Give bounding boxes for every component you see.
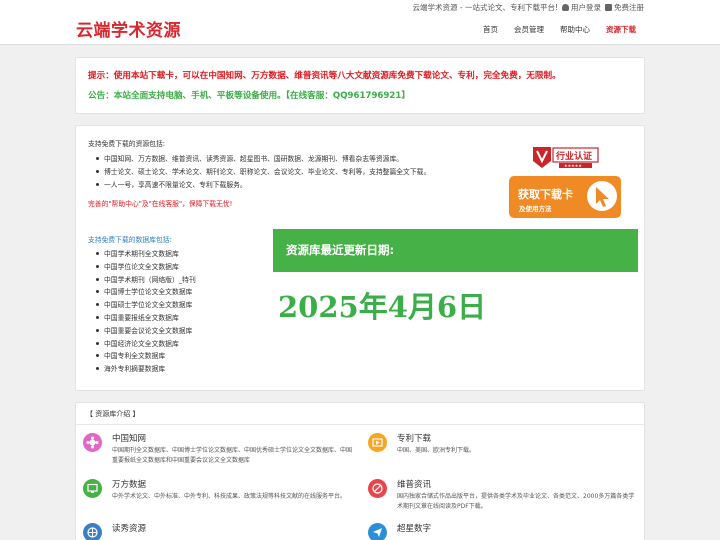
- block-icon: [368, 479, 387, 498]
- notice-panel: 提示：使用本站下载卡，可以在中国知网、万方数据、维普资讯等八大文献资源库免费下载…: [75, 57, 645, 114]
- industry-certification-badge: ★★★★★ 行业认证: [531, 145, 600, 170]
- list-item: 中国学位论文全文数据库: [96, 261, 196, 274]
- top-links: 云端学术资源 - 一站式论文、专利下载平台! 用户登录 免费注册: [413, 2, 644, 13]
- list-item: 一人一号，享高速不限量论文、专利下载服务。: [96, 179, 430, 192]
- db-name: 专利下载: [397, 434, 432, 444]
- db-name: 中国知网: [112, 434, 147, 444]
- nav-download[interactable]: 资源下载: [598, 24, 644, 36]
- register-link[interactable]: 免费注册: [605, 2, 644, 13]
- register-icon: [605, 4, 612, 11]
- cursor-arrow-icon: [587, 181, 617, 211]
- send-icon: [368, 523, 387, 540]
- list-item: 中国经济论文全文数据库: [96, 338, 196, 351]
- db-desc: 中国期刊全文数据库、中国博士学位论文数据库、中国优秀硕士学位论文全文数据库、中国…: [112, 447, 353, 464]
- support-title: 支持免费下载的资源包括:: [88, 140, 166, 148]
- db-desc: 中外学术论文、中外标准、中外专利、科技成果、政策法规等科技文献的在线服务平台。: [112, 493, 347, 500]
- update-banner: 资源库最近更新日期:: [273, 229, 638, 272]
- list-item: 中国知网、万方数据、维普资讯、读秀资源、超星图书、国研数据、龙源期刊、博看杂志等…: [96, 153, 430, 166]
- db-name: 超星数字: [397, 524, 432, 534]
- list-item: 中国博士学位论文全文数据库: [96, 286, 196, 299]
- update-label: 资源库最近更新日期:: [286, 243, 395, 257]
- db-name: 万方数据: [112, 480, 147, 490]
- list-item: 中国专利全文数据库: [96, 350, 196, 363]
- login-link[interactable]: 用户登录: [562, 2, 601, 13]
- list-item: 中国硕士学位论文全文数据库: [96, 299, 196, 312]
- intro-title: 【 资源库介绍 】: [86, 410, 140, 418]
- divider: [76, 424, 644, 425]
- user-icon: [562, 4, 569, 11]
- db-desc: 中国、美国、欧洲专利下载。: [397, 447, 476, 454]
- support-list: 中国知网、万方数据、维普资讯、读秀资源、超星图书、国研数据、龙源期刊、博看杂志等…: [96, 153, 430, 192]
- register-label: 免费注册: [614, 3, 644, 12]
- download-card-sub: 及使用方法: [519, 205, 552, 213]
- list-item: 中国重要报纸全文数据库: [96, 312, 196, 325]
- update-date: 2025年4月6日: [278, 290, 487, 324]
- download-card-label: 获取下载卡: [518, 188, 573, 201]
- svg-text:★★★★★: ★★★★★: [564, 163, 582, 168]
- help-note: 完善的"帮助中心"及"在线客服"，保障下载无忧!: [88, 200, 233, 208]
- db-name: 读秀资源: [112, 524, 147, 534]
- database-intro-panel: 【 资源库介绍 】 中国知网 中国期刊全文数据库、中国博士学位论文数据库、中国优…: [75, 402, 645, 540]
- nav-home[interactable]: 首页: [475, 24, 506, 36]
- db-name: 维普资讯: [397, 480, 432, 490]
- monitor-icon: [83, 479, 102, 498]
- site-tagline: 云端学术资源 - 一站式论文、专利下载平台!: [412, 3, 558, 12]
- nav-member[interactable]: 会员管理: [506, 24, 552, 36]
- db-desc: 国内独家合储式作品出版平台，提供各类学术及毕业论文、各类范文、2000多万篇各类…: [397, 493, 635, 510]
- list-item: 中国学术期刊（网络版）_特刊: [96, 274, 196, 287]
- list-item: 博士论文、硕士论文、学术论文、期刊论文、职称论文、会议论文、毕业论文、专利等，支…: [96, 166, 430, 179]
- db-title: 支持免费下载的数据库包括:: [88, 236, 172, 244]
- top-header: 云端学术资源 云端学术资源 - 一站式论文、专利下载平台! 用户登录 免费注册 …: [0, 0, 720, 45]
- login-label: 用户登录: [571, 3, 601, 12]
- notice-tip: 提示：使用本站下载卡，可以在中国知网、万方数据、维普资讯等八大文献资源库免费下载…: [88, 71, 561, 81]
- get-download-card-button[interactable]: 获取下载卡 及使用方法: [509, 176, 621, 218]
- site-logo[interactable]: 云端学术资源: [76, 16, 181, 41]
- list-item: 海外专利摘要数据库: [96, 363, 196, 376]
- list-item: 中国重要会议论文全文数据库: [96, 325, 196, 338]
- main-nav: 首页 会员管理 帮助中心 资源下载: [475, 24, 644, 36]
- cnki-icon: [83, 433, 102, 452]
- list-item: 中国学术期刊全文数据库: [96, 248, 196, 261]
- info-panel: 支持免费下载的资源包括: 中国知网、万方数据、维普资讯、读秀资源、超星图书、国研…: [75, 125, 645, 391]
- badge-label: 行业认证: [556, 152, 593, 162]
- globe-icon: [83, 523, 102, 540]
- play-icon: [368, 433, 387, 452]
- notice-announcement: 公告：本站全面支持电脑、手机、平板等设备使用。【在线客服：QQ961796921…: [88, 91, 410, 101]
- nav-help[interactable]: 帮助中心: [552, 24, 598, 36]
- database-list: 中国学术期刊全文数据库 中国学位论文全文数据库 中国学术期刊（网络版）_特刊 中…: [96, 248, 196, 376]
